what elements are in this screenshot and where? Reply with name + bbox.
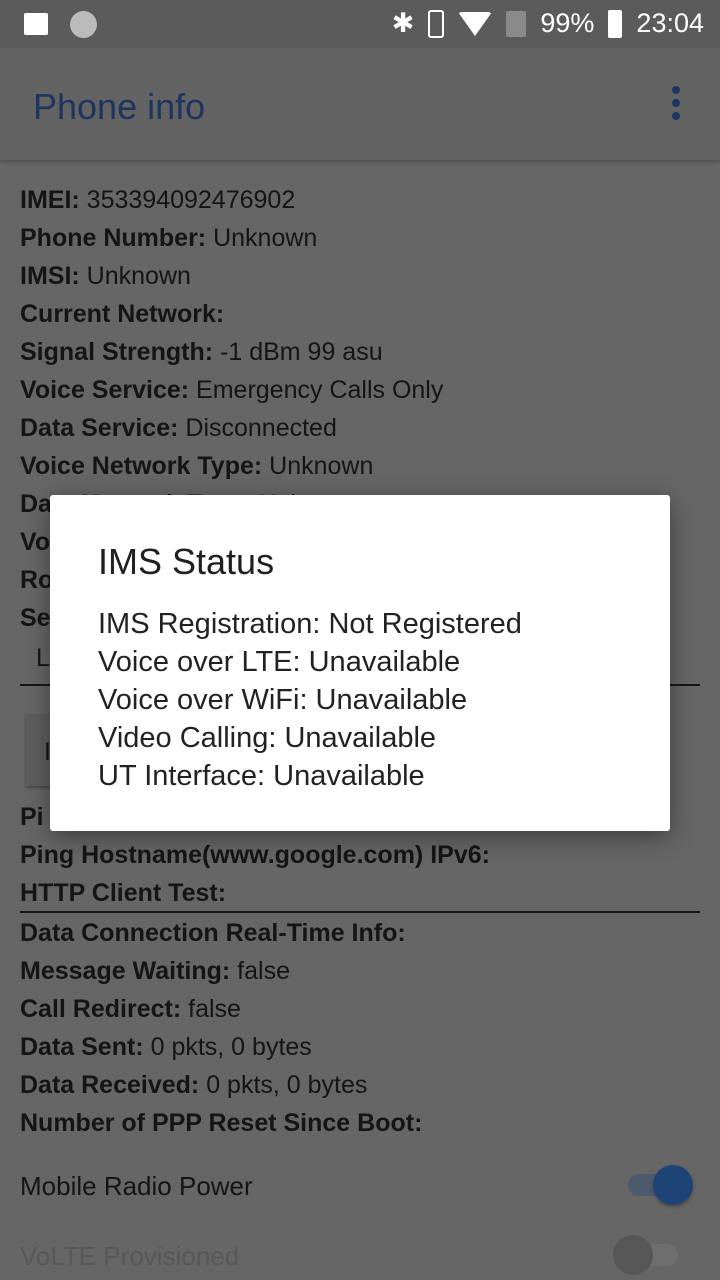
row-label: IMEI: [20, 186, 80, 214]
page-title: Phone info [33, 86, 206, 127]
info-row: IMEI: 353394092476902 [20, 186, 295, 215]
more-vert-icon[interactable] [672, 86, 682, 120]
info-row: Vo [20, 528, 50, 557]
volte-provisioned-label: VoLTE Provisioned [20, 1241, 240, 1271]
info-row: Ro [20, 566, 53, 595]
row-label: Voice Service: [20, 376, 190, 404]
row-value: 0 pkts, 0 bytes [150, 1033, 312, 1061]
info-row: Data Service: Disconnected [20, 414, 337, 443]
row-label: Data Sent: [20, 1033, 144, 1061]
row-value: Unknown [86, 262, 191, 290]
no-sim-icon [506, 10, 527, 37]
row-label: Data Received: [20, 1071, 200, 1099]
info-row: Message Waiting: false [20, 957, 290, 986]
battery-text: 99% [540, 8, 595, 38]
info-row: Current Network: [20, 300, 224, 329]
row-value: Disconnected [185, 414, 337, 442]
dialog-line: Voice over LTE: Unavailable [98, 646, 461, 678]
info-row: Voice Network Type: Unknown [20, 452, 373, 481]
image-icon [24, 13, 48, 35]
info-row: HTTP Client Test: [20, 879, 226, 908]
app-bar: Phone info [0, 48, 720, 160]
vibrate-icon [428, 9, 445, 38]
sync-icon [70, 11, 97, 38]
row-label: IMSI: [20, 262, 80, 290]
row-label: Data Connection Real-Time Info: [20, 919, 406, 947]
row-label: Phone Number: [20, 224, 207, 252]
row-label: Data Service: [20, 414, 179, 442]
row-label: Call Redirect: [20, 995, 182, 1023]
dialog-title: IMS Status [98, 541, 275, 582]
row-value: Emergency Calls Only [196, 376, 444, 404]
network-type-spinner[interactable]: L [36, 644, 50, 673]
row-label: Signal Strength: [20, 338, 214, 366]
row-label: Vo [20, 528, 51, 556]
battery-charging-icon [608, 9, 623, 38]
info-row: Voice Service: Emergency Calls Only [20, 376, 443, 405]
info-row: Pi [20, 803, 44, 832]
row-value: 353394092476902 [86, 186, 296, 214]
info-row: Data Connection Real-Time Info: [20, 919, 406, 948]
row-label: Current Network: [20, 300, 225, 328]
row-label: Number of PPP Reset Since Boot: [20, 1109, 423, 1137]
row-label: Ping Hostname(www.google.com) IPv6: [20, 841, 490, 869]
row-value: -1 dBm 99 asu [220, 338, 383, 366]
row-value: false [188, 995, 241, 1023]
info-row: Data Received: 0 pkts, 0 bytes [20, 1071, 367, 1100]
row-label: Message Waiting: [20, 957, 231, 985]
ims-status-dialog: IMS Status IMS Registration: Not Registe… [50, 495, 670, 831]
row-label: Ro [20, 566, 54, 594]
divider [20, 911, 700, 913]
info-row: Data Sent: 0 pkts, 0 bytes [20, 1033, 312, 1062]
row-value: 0 pkts, 0 bytes [206, 1071, 368, 1099]
info-row: Phone Number: Unknown [20, 224, 317, 253]
bluetooth-icon: ✱ [391, 8, 415, 38]
row-value: false [237, 957, 290, 985]
wifi-icon [458, 11, 493, 36]
info-row: Se [20, 604, 51, 633]
info-row: Call Redirect: false [20, 995, 241, 1024]
dialog-line: IMS Registration: Not Registered [98, 608, 522, 640]
mobile-radio-power-label: Mobile Radio Power [20, 1171, 253, 1201]
status-bar: ✱ 99% 23:04 [0, 0, 720, 48]
row-label: Se [20, 604, 51, 632]
row-label: Voice Network Type: [20, 452, 263, 480]
row-label: Pi [20, 803, 44, 831]
row-value: Unknown [269, 452, 374, 480]
dialog-line: Voice over WiFi: Unavailable [98, 684, 468, 716]
dialog-line: UT Interface: Unavailable [98, 760, 425, 792]
info-row: Number of PPP Reset Since Boot: [20, 1109, 422, 1138]
info-row: IMSI: Unknown [20, 262, 191, 291]
row-label: HTTP Client Test: [20, 879, 227, 907]
clock: 23:04 [636, 8, 704, 38]
info-row: Ping Hostname(www.google.com) IPv6: [20, 841, 490, 870]
dialog-line: Video Calling: Unavailable [98, 722, 437, 754]
row-value: Unknown [213, 224, 318, 252]
info-row: Signal Strength: -1 dBm 99 asu [20, 338, 383, 367]
